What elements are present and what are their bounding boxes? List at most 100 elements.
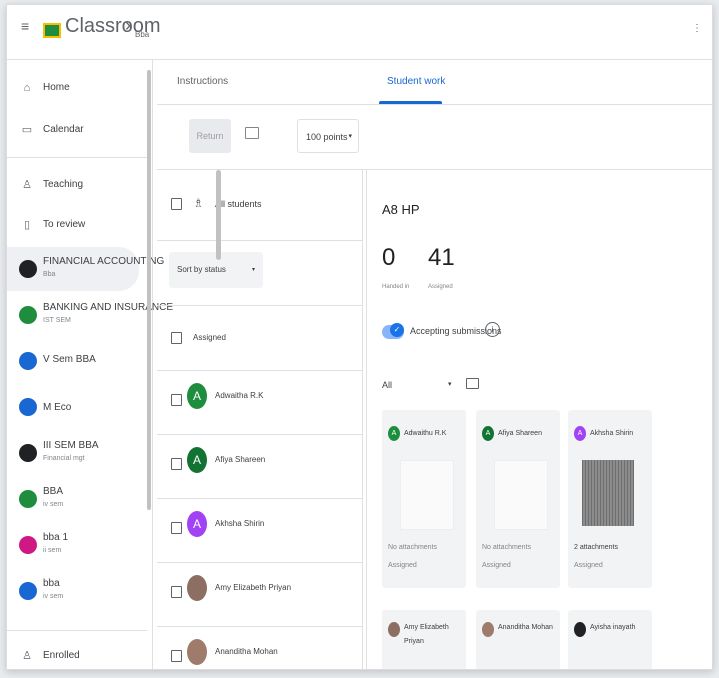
submission-card[interactable]: A Adwaithu R.K No attachments Assigned: [382, 410, 466, 588]
chevron-down-icon: ▾: [348, 133, 352, 140]
student-name: Adwaithu R.K: [404, 430, 447, 437]
class-section: iv sem: [43, 501, 64, 508]
class-name: V Sem BBA: [43, 354, 96, 365]
table-row[interactable]: A Afiya Shareen: [157, 434, 362, 499]
sidebar-class-bba-iv[interactable]: bba iv sem: [7, 569, 139, 613]
sidebar-class-banking-insurance[interactable]: BANKING AND INSURANCE IST SEM: [7, 293, 173, 337]
submission-detail: A8 HP 0 Handed in 41 Assigned ✓ Acceptin…: [370, 170, 712, 669]
accepting-submissions-toggle[interactable]: ✓: [382, 323, 404, 339]
avatar: [482, 622, 494, 637]
student-name-line2: Priyan: [404, 638, 424, 645]
avatar: [187, 575, 207, 601]
student-name: Afiya Shareen: [498, 430, 542, 437]
classroom-logo-icon: [43, 23, 61, 38]
student-checkbox[interactable]: [171, 394, 182, 406]
student-name: Afiya Shareen: [215, 455, 266, 464]
assigned-count: 41: [428, 244, 455, 271]
class-avatar: [19, 490, 37, 508]
attachment-thumbnail: [582, 460, 634, 526]
sidebar-item-to-review[interactable]: ▯ To review: [7, 205, 139, 245]
sidebar-item-label: Home: [43, 82, 70, 93]
student-checkbox[interactable]: [171, 522, 182, 534]
section-header: Assigned: [193, 333, 226, 342]
sidebar-class-bba-1[interactable]: bba 1 ii sem: [7, 523, 139, 567]
sidebar-class-bba[interactable]: BBA iv sem: [7, 477, 139, 521]
sidebar-class-financial-accounting[interactable]: FINANCIAL ACCOUNTING Bba: [7, 247, 164, 291]
chevron-down-icon[interactable]: ▾: [448, 380, 452, 388]
class-section: IST SEM: [43, 317, 71, 324]
sidebar-divider: [7, 157, 147, 158]
home-icon: ⌂: [23, 82, 31, 94]
filter-dropdown[interactable]: All: [382, 380, 392, 390]
sidebar-item-enrolled[interactable]: ♙ Enrolled: [7, 638, 139, 668]
all-students-label: All students: [215, 199, 262, 209]
class-name: BANKING AND INSURANCE: [43, 302, 174, 313]
tab-student-work[interactable]: Student work: [387, 76, 445, 87]
student-name: Adwaitha R.K: [215, 391, 264, 400]
attachment-placeholder: [494, 460, 548, 530]
table-row[interactable]: Ananditha Mohan: [157, 626, 362, 669]
student-name: Amy Elizabeth Priyan: [215, 583, 292, 592]
apps-icon[interactable]: ⋮: [692, 23, 702, 34]
all-students-checkbox[interactable]: [171, 198, 182, 210]
submission-card[interactable]: A Afiya Shareen No attachments Assigned: [476, 410, 560, 588]
class-avatar: [19, 536, 37, 554]
review-icon: ▯: [23, 219, 31, 231]
class-name: bba: [43, 578, 60, 589]
list-scrollbar[interactable]: [216, 170, 221, 260]
class-avatar: [19, 444, 37, 462]
menu-icon[interactable]: ≡: [21, 19, 35, 33]
return-button[interactable]: Return: [189, 119, 231, 153]
attachment-count: No attachments: [388, 544, 438, 551]
class-avatar: [19, 352, 37, 370]
student-name: Ananditha Mohan: [215, 647, 278, 656]
avatar: A: [187, 511, 207, 537]
table-row[interactable]: A Adwaitha R.K: [157, 370, 362, 435]
sidebar-item-teaching[interactable]: ♙ Teaching: [7, 165, 139, 205]
class-section: Bba: [43, 271, 56, 278]
avatar: A: [574, 426, 586, 441]
all-students-row[interactable]: ♗ All students: [157, 170, 362, 241]
student-checkbox[interactable]: [171, 650, 182, 662]
sidebar-divider: [7, 630, 147, 631]
sidebar-item-label: Enrolled: [43, 650, 80, 661]
submission-card[interactable]: Ananditha Mohan: [476, 610, 560, 669]
sidebar-item-calendar[interactable]: ▭ Calendar: [7, 110, 139, 150]
submission-status: Assigned: [482, 562, 511, 569]
chevron-down-icon: ▾: [251, 267, 255, 273]
class-avatar: [19, 398, 37, 416]
student-list: ♗ All students Sort by status ▾ Assigned…: [157, 170, 363, 669]
sidebar-scrollbar[interactable]: [147, 70, 151, 510]
points-dropdown[interactable]: 100 points ▾: [297, 119, 359, 153]
table-row[interactable]: A Akhsha Shirin: [157, 498, 362, 563]
sidebar-class-v-sem-bba[interactable]: V Sem BBA: [7, 339, 139, 383]
submission-card[interactable]: A Akhsha Shirin 2 attachments Assigned: [568, 410, 652, 588]
class-avatar: [19, 260, 37, 278]
student-checkbox[interactable]: [171, 458, 182, 470]
assigned-checkbox[interactable]: [171, 332, 182, 344]
breadcrumb-separator: ›: [125, 15, 131, 35]
submission-card[interactable]: Ayisha inayath: [568, 610, 652, 669]
attachment-count: 2 attachments: [574, 544, 618, 551]
folder-icon[interactable]: [466, 378, 479, 389]
sidebar-class-m-eco[interactable]: M Eco: [7, 385, 139, 429]
class-code: Bba: [135, 30, 150, 39]
attachment-count: No attachments: [482, 544, 532, 551]
handed-in-count: 0: [382, 244, 396, 271]
info-icon[interactable]: i: [485, 322, 500, 337]
email-icon[interactable]: [245, 127, 259, 139]
student-name: Akhsha Shirin: [215, 519, 265, 528]
table-row[interactable]: Amy Elizabeth Priyan: [157, 562, 362, 627]
sidebar-item-home[interactable]: ⌂ Home: [7, 68, 139, 108]
people-icon: ♗: [193, 196, 204, 210]
assignment-title: A8 HP: [382, 202, 420, 217]
top-app-bar: ≡ Classroom › Bba ⋮: [7, 5, 712, 60]
classroom-window: ≡ Classroom › Bba ⋮ ⌂ Home ▭ Calendar ♙ …: [6, 4, 713, 670]
people-icon: ♙: [22, 179, 32, 191]
avatar: [187, 639, 207, 665]
submission-card[interactable]: Amy Elizabeth Priyan: [382, 610, 466, 669]
sidebar-class-iii-sem-bba[interactable]: III SEM BBA Financial mgt: [7, 431, 139, 475]
tab-instructions[interactable]: Instructions: [177, 76, 228, 87]
student-checkbox[interactable]: [171, 586, 182, 598]
submission-status: Assigned: [574, 562, 603, 569]
